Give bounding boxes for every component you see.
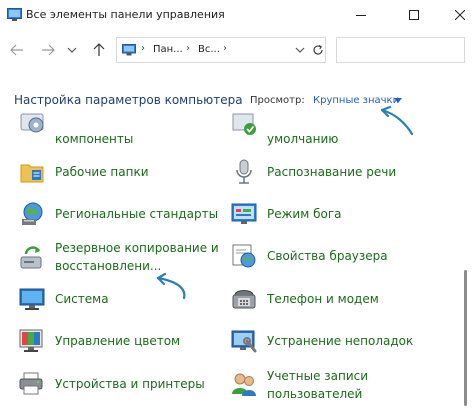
close-icon: [455, 10, 465, 20]
item-label-line1: Учетные записи: [267, 369, 369, 383]
control-panel-icon: [122, 44, 136, 56]
breadcrumb-separator: ›: [141, 43, 145, 54]
item-label: Режим бога: [267, 207, 342, 221]
item-label: компоненты: [55, 132, 134, 146]
window-title: Все элементы панели управления: [26, 8, 225, 21]
system-icon: [19, 288, 45, 310]
default-programs-icon: [232, 113, 256, 135]
list-item-default-programs[interactable]: умолчанию: [230, 113, 450, 146]
breadcrumb-control-panel[interactable]: Пан...: [153, 44, 183, 55]
work-folders-icon: [20, 164, 44, 183]
region-icon: [22, 202, 43, 225]
item-label: Устройства и принтеры: [55, 377, 205, 391]
vertical-scrollbar[interactable]: [460, 112, 470, 413]
close-button[interactable]: [437, 0, 474, 30]
backup-restore-icon: [20, 246, 42, 269]
item-label: Система: [55, 292, 109, 306]
item-label: Распознавание речи: [267, 165, 397, 179]
list-item-god-mode[interactable]: Режим бога: [230, 200, 450, 230]
item-label: Рабочие папки: [55, 165, 149, 179]
item-label-line2: восстановлени...: [55, 259, 162, 273]
arrow-right-icon: [42, 44, 55, 56]
list-item-backup-restore[interactable]: Резервное копирование и восстановлени...: [18, 240, 228, 276]
refresh-icon: [313, 45, 323, 55]
troubleshooting-icon: [231, 330, 257, 353]
internet-options-icon: [232, 244, 256, 268]
minimize-button[interactable]: [338, 0, 384, 30]
color-management-icon: [19, 329, 43, 352]
user-accounts-icon: [232, 373, 256, 396]
page-title: Настройка параметров компьютера: [14, 93, 243, 107]
phone-icon: [232, 290, 256, 309]
arrow-left-icon: [10, 44, 23, 56]
programs-icon: [20, 113, 44, 133]
list-item-work-folders[interactable]: Рабочие папки: [18, 158, 218, 188]
item-label: Телефон и модем: [267, 292, 379, 306]
item-label: Региональные стандарты: [55, 207, 219, 221]
address-bar[interactable]: › Пан... › Вс... ›: [116, 37, 326, 63]
view-by-label: Просмотр:: [250, 95, 305, 106]
item-label: умолчанию: [267, 132, 339, 146]
arrow-up-icon: [93, 43, 105, 56]
item-label: Свойства браузера: [267, 249, 388, 263]
list-item-region[interactable]: Региональные стандарты: [18, 200, 218, 230]
list-item-user-accounts[interactable]: Учетные записи пользователей: [230, 368, 450, 404]
list-item-internet-options[interactable]: Свойства браузера: [230, 242, 450, 272]
list-item-phone-modem[interactable]: Телефон и модем: [230, 285, 450, 315]
item-label-line1: Резервное копирование и: [55, 241, 219, 255]
breadcrumb-separator: ›: [186, 43, 190, 54]
item-label-line2: пользователей: [267, 387, 363, 401]
chevron-down-icon: [67, 47, 77, 53]
control-panel-icon: [7, 8, 22, 21]
forward-button[interactable]: [37, 40, 59, 60]
list-item-programs[interactable]: компоненты: [18, 113, 218, 146]
maximize-icon: [409, 10, 419, 20]
devices-printers-icon: [19, 372, 43, 395]
back-button[interactable]: [6, 40, 28, 60]
list-item-devices-printers[interactable]: Устройства и принтеры: [18, 370, 218, 400]
search-input[interactable]: [336, 37, 465, 63]
title-bar: Все элементы панели управления: [0, 0, 474, 30]
item-label: Устранение неполадок: [267, 334, 414, 348]
scrollbar-thumb[interactable]: [464, 270, 467, 406]
list-item-troubleshooting[interactable]: Устранение неполадок: [230, 327, 450, 357]
refresh-button[interactable]: [310, 38, 326, 62]
list-item-color-management[interactable]: Управление цветом: [18, 327, 218, 357]
microphone-icon: [236, 159, 252, 184]
control-panel-icon: [231, 203, 257, 224]
navigation-bar: › Пан... › Вс... ›: [0, 30, 474, 70]
breadcrumb-all-items[interactable]: Вс...: [198, 44, 220, 55]
recent-locations-button[interactable]: [61, 40, 83, 60]
item-label: Управление цветом: [55, 334, 181, 348]
list-item-system[interactable]: Система: [18, 285, 218, 315]
chevron-down-icon: [295, 47, 305, 53]
maximize-button[interactable]: [391, 0, 437, 30]
list-item-speech-recognition[interactable]: Распознавание речи: [230, 158, 450, 188]
breadcrumb-separator: ›: [223, 43, 227, 54]
address-history-button[interactable]: [291, 38, 309, 62]
up-button[interactable]: [88, 40, 110, 60]
minimize-icon: [356, 15, 366, 16]
